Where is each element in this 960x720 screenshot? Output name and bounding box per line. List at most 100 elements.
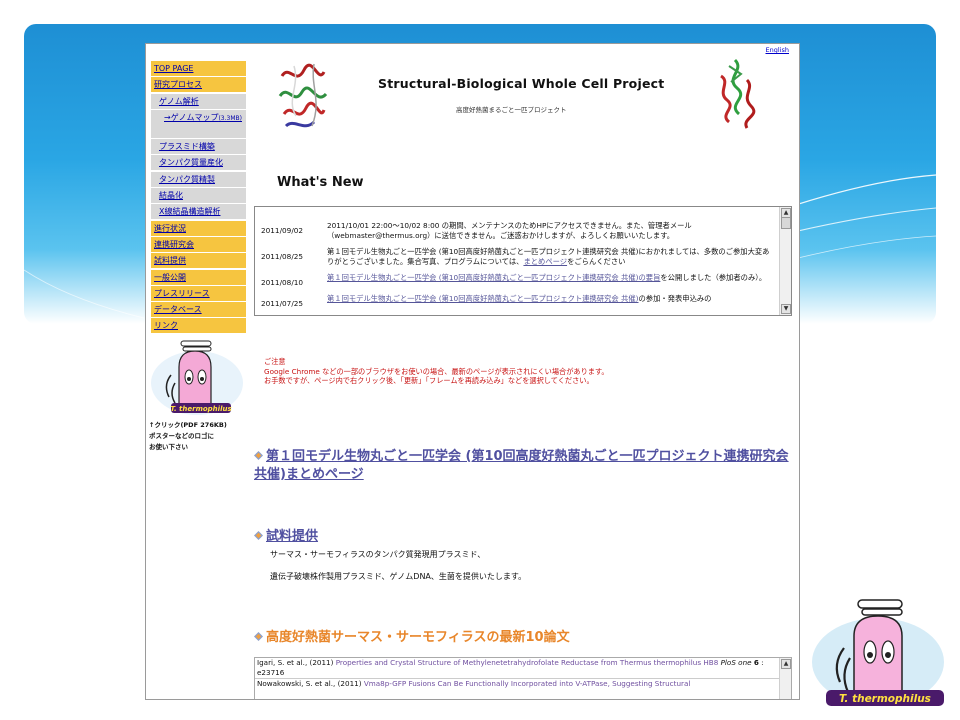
latest-papers-heading-text: 高度好熱菌サーマス・サーモフィラスの最新10論文 — [266, 630, 570, 645]
news-row: 2011/08/25 第１回モデル生物丸ごと一匹学会 (第10回高度好熱菌丸ごと一… — [261, 247, 775, 267]
menu-item-label[interactable]: →ゲノムマップ — [164, 113, 218, 122]
menu-item-label[interactable]: タンパク質精製 — [159, 175, 215, 184]
news-list: 2011/09/02 2011/10/01 22:00〜10/02 8:00 の期… — [261, 221, 775, 315]
summary-page-link[interactable]: 第１回モデル生物丸ごと一匹学会 (第10回高度好熱菌丸ごと一匹プロジェクト連携研… — [254, 448, 799, 484]
news-text: 第１回モデル生物丸ごと一匹学会 (第10回高度好熱菌丸ごと一匹プロジェクト連携研… — [327, 273, 766, 288]
mascot-note-line2: ポスターなどのロゴに — [149, 432, 214, 440]
paper-item: Igari, S. et al., (2011) Properties and … — [257, 658, 764, 677]
left-menu: TOP PAGE 研究プロセス ゲノム解析 →ゲノムマップ(3.3MB) プラスミド構築… — [151, 61, 246, 335]
news-row: 2011/09/02 2011/10/01 22:00〜10/02 8:00 の期… — [261, 221, 775, 241]
news-scrollbar[interactable]: ▲ ▼ — [779, 207, 791, 315]
menu-item[interactable]: 研究プロセス — [151, 77, 246, 93]
summary-page-link-text[interactable]: 第１回モデル生物丸ごと一匹学会 (第10回高度好熱菌丸ごと一匹プロジェクト連携研… — [254, 449, 789, 482]
menu-item[interactable]: 試料提供 — [151, 253, 246, 269]
news-text: 第１回モデル生物丸ごと一匹学会 (第10回高度好熱菌丸ごと一匹プロジェクト連携研… — [327, 294, 711, 309]
browser-notice: ご注意 Google Chrome などの一部のブラウザをお使いの場合、最新のペ… — [264, 357, 609, 386]
menu-item-label[interactable]: 研究プロセス — [154, 80, 202, 89]
menu-item[interactable]: 進行状況 — [151, 220, 246, 236]
protein-structure-image-right — [720, 58, 756, 129]
news-row: 2011/07/25 第１回モデル生物丸ごと一匹学会 (第10回高度好熱菌丸ごと一… — [261, 294, 775, 309]
menu-item[interactable]: データベース — [151, 302, 246, 318]
menu-item-label[interactable]: ゲノム解析 — [159, 97, 199, 106]
diamond-bullet-icon — [254, 632, 263, 641]
menu-item[interactable]: プラスミド構築 — [151, 139, 246, 155]
menu-item-label[interactable]: 一般公開 — [154, 273, 186, 282]
news-link[interactable]: まとめページ — [523, 257, 567, 266]
diamond-bullet-icon — [254, 451, 263, 460]
menu-item[interactable]: →ゲノムマップ(3.3MB) — [151, 109, 246, 138]
paper-authors: Igari, S. et al., (2011) — [257, 658, 334, 667]
menu-item[interactable]: TOP PAGE — [151, 61, 246, 76]
papers-list[interactable]: Igari, S. et al., (2011) Properties and … — [254, 657, 792, 699]
news-date: 2011/08/25 — [261, 252, 304, 261]
news-link[interactable]: 第１回モデル生物丸ごと一匹学会 (第10回高度好熱菌丸ごと一匹プロジェクト連携研… — [327, 273, 660, 282]
diamond-bullet-icon — [254, 531, 263, 540]
news-text-body: 2011/10/01 22:00〜10/02 8:00 の期間、メンテナンスのた… — [327, 221, 692, 240]
menu-item[interactable]: プレスリリース — [151, 285, 246, 301]
scroll-up-icon[interactable]: ▲ — [781, 659, 791, 669]
news-date: 2011/07/25 — [261, 299, 304, 308]
website-screenshot: TOP PAGE 研究プロセス ゲノム解析 →ゲノムマップ(3.3MB) プラスミド構築… — [145, 43, 800, 700]
news-row: 2011/08/10 第１回モデル生物丸ごと一匹学会 (第10回高度好熱菌丸ごと一… — [261, 273, 775, 288]
menu-item[interactable]: ゲノム解析 — [151, 93, 246, 109]
protein-structure-image-left — [278, 63, 328, 128]
notice-line3: お手数ですが、ページ内で右クリック後、「更新」「フレームを再読み込み」などを選択… — [264, 376, 594, 385]
menu-item[interactable]: タンパク質精製 — [151, 171, 246, 187]
page-subtitle: 高度好熱菌まるごと一匹プロジェクト — [456, 106, 567, 114]
menu-item-label[interactable]: X線結晶構造解析 — [159, 207, 220, 216]
menu-item-label[interactable]: 連携研究会 — [154, 240, 194, 249]
paper-authors: Nowakowski, S. et al., (2011) — [257, 679, 362, 688]
menu-item-label[interactable]: 試料提供 — [154, 256, 186, 265]
news-box[interactable]: 2011/09/02 2011/10/01 22:00〜10/02 8:00 の期… — [254, 206, 792, 316]
mascot-note: ↑クリック(PDF 276KB) ポスターなどのロゴに お使い下さい — [149, 420, 249, 453]
scroll-down-icon[interactable]: ▼ — [781, 304, 791, 314]
menu-item-label[interactable]: TOP PAGE — [154, 64, 193, 73]
menu-item-label[interactable]: プレスリリース — [154, 289, 210, 298]
menu-item-label[interactable]: リンク — [154, 321, 178, 330]
menu-item[interactable]: 連携研究会 — [151, 236, 246, 252]
notice-line2: Google Chrome などの一部のブラウザをお使いの場合、最新のページが表… — [264, 366, 609, 376]
menu-item[interactable]: X線結晶構造解析 — [151, 204, 246, 220]
news-text: 2011/10/01 22:00〜10/02 8:00 の期間、メンテナンスのた… — [327, 221, 775, 241]
news-date: 2011/08/10 — [261, 278, 304, 287]
paper-page: e23716 — [257, 668, 285, 677]
news-link[interactable]: 第１回モデル生物丸ごと一匹学会 (第10回高度好熱菌丸ごと一匹プロジェクト連携研… — [327, 294, 639, 303]
papers-scrollbar[interactable]: ▲ — [779, 658, 791, 699]
news-date: 2011/09/02 — [261, 226, 304, 235]
menu-item-label[interactable]: タンパク質量産化 — [159, 158, 223, 167]
slide: TOP PAGE 研究プロセス ゲノム解析 →ゲノムマップ(3.3MB) プラスミド構築… — [0, 0, 960, 720]
page-title: Structural-Biological Whole Cell Project — [378, 76, 665, 91]
news-text-after: の参加・発表申込みの — [638, 294, 712, 303]
paper-journal: PloS one — [720, 658, 752, 667]
menu-item-size: (3.3MB) — [218, 114, 242, 122]
menu-item[interactable]: 結晶化 — [151, 188, 246, 204]
sample-text-line2: 遺伝子破壊株作製用プラスミド、ゲノムDNA、生菌を提供いたします。 — [270, 572, 527, 581]
news-text: 第１回モデル生物丸ごと一匹学会 (第10回高度好熱菌丸ごと一匹プロジェクト連携研… — [327, 247, 775, 267]
scroll-thumb[interactable] — [781, 217, 791, 229]
sample-provision-link-text[interactable]: 試料提供 — [266, 529, 318, 544]
paper-title-link[interactable]: Properties and Crystal Structure of Meth… — [336, 658, 719, 667]
mascot-note-line1[interactable]: ↑クリック(PDF 276KB) — [149, 420, 249, 431]
paper-volume: 6 — [753, 658, 759, 667]
menu-item-label[interactable]: データベース — [154, 305, 202, 314]
mascot-logo-small[interactable]: T. thermophilus — [149, 337, 245, 417]
mascot-large-label: T. thermophilus — [839, 693, 931, 705]
mascot-note-line3: お使い下さい — [149, 443, 188, 451]
news-text-after: を公開しました（参加者のみ）。 — [660, 273, 767, 282]
menu-item-label[interactable]: プラスミド構築 — [159, 142, 215, 151]
menu-item-label[interactable]: 結晶化 — [159, 191, 183, 200]
paper-title-link[interactable]: Vma8p-GFP Fusions Can Be Functionally In… — [364, 679, 691, 688]
news-text-after: をごらんください — [567, 257, 626, 266]
menu-item-label[interactable]: 進行状況 — [154, 224, 186, 233]
notice-title: ご注意 — [264, 357, 286, 366]
sample-provision-link[interactable]: 試料提供 — [254, 528, 318, 546]
english-link[interactable]: English — [766, 46, 789, 54]
menu-item[interactable]: 一般公開 — [151, 269, 246, 285]
sample-text-line1: サーマス・サーモフィラスのタンパク質発現用プラスミド、 — [270, 550, 486, 559]
mascot-logo-large: T. thermophilus — [812, 599, 944, 706]
menu-item[interactable]: リンク — [151, 318, 246, 334]
paper-item: Nowakowski, S. et al., (2011) Vma8p-GFP … — [255, 678, 791, 689]
latest-papers-heading: 高度好熱菌サーマス・サーモフィラスの最新10論文 — [254, 629, 570, 647]
menu-item[interactable]: タンパク質量産化 — [151, 155, 246, 171]
mascot-small-label: T. thermophilus — [170, 405, 231, 413]
